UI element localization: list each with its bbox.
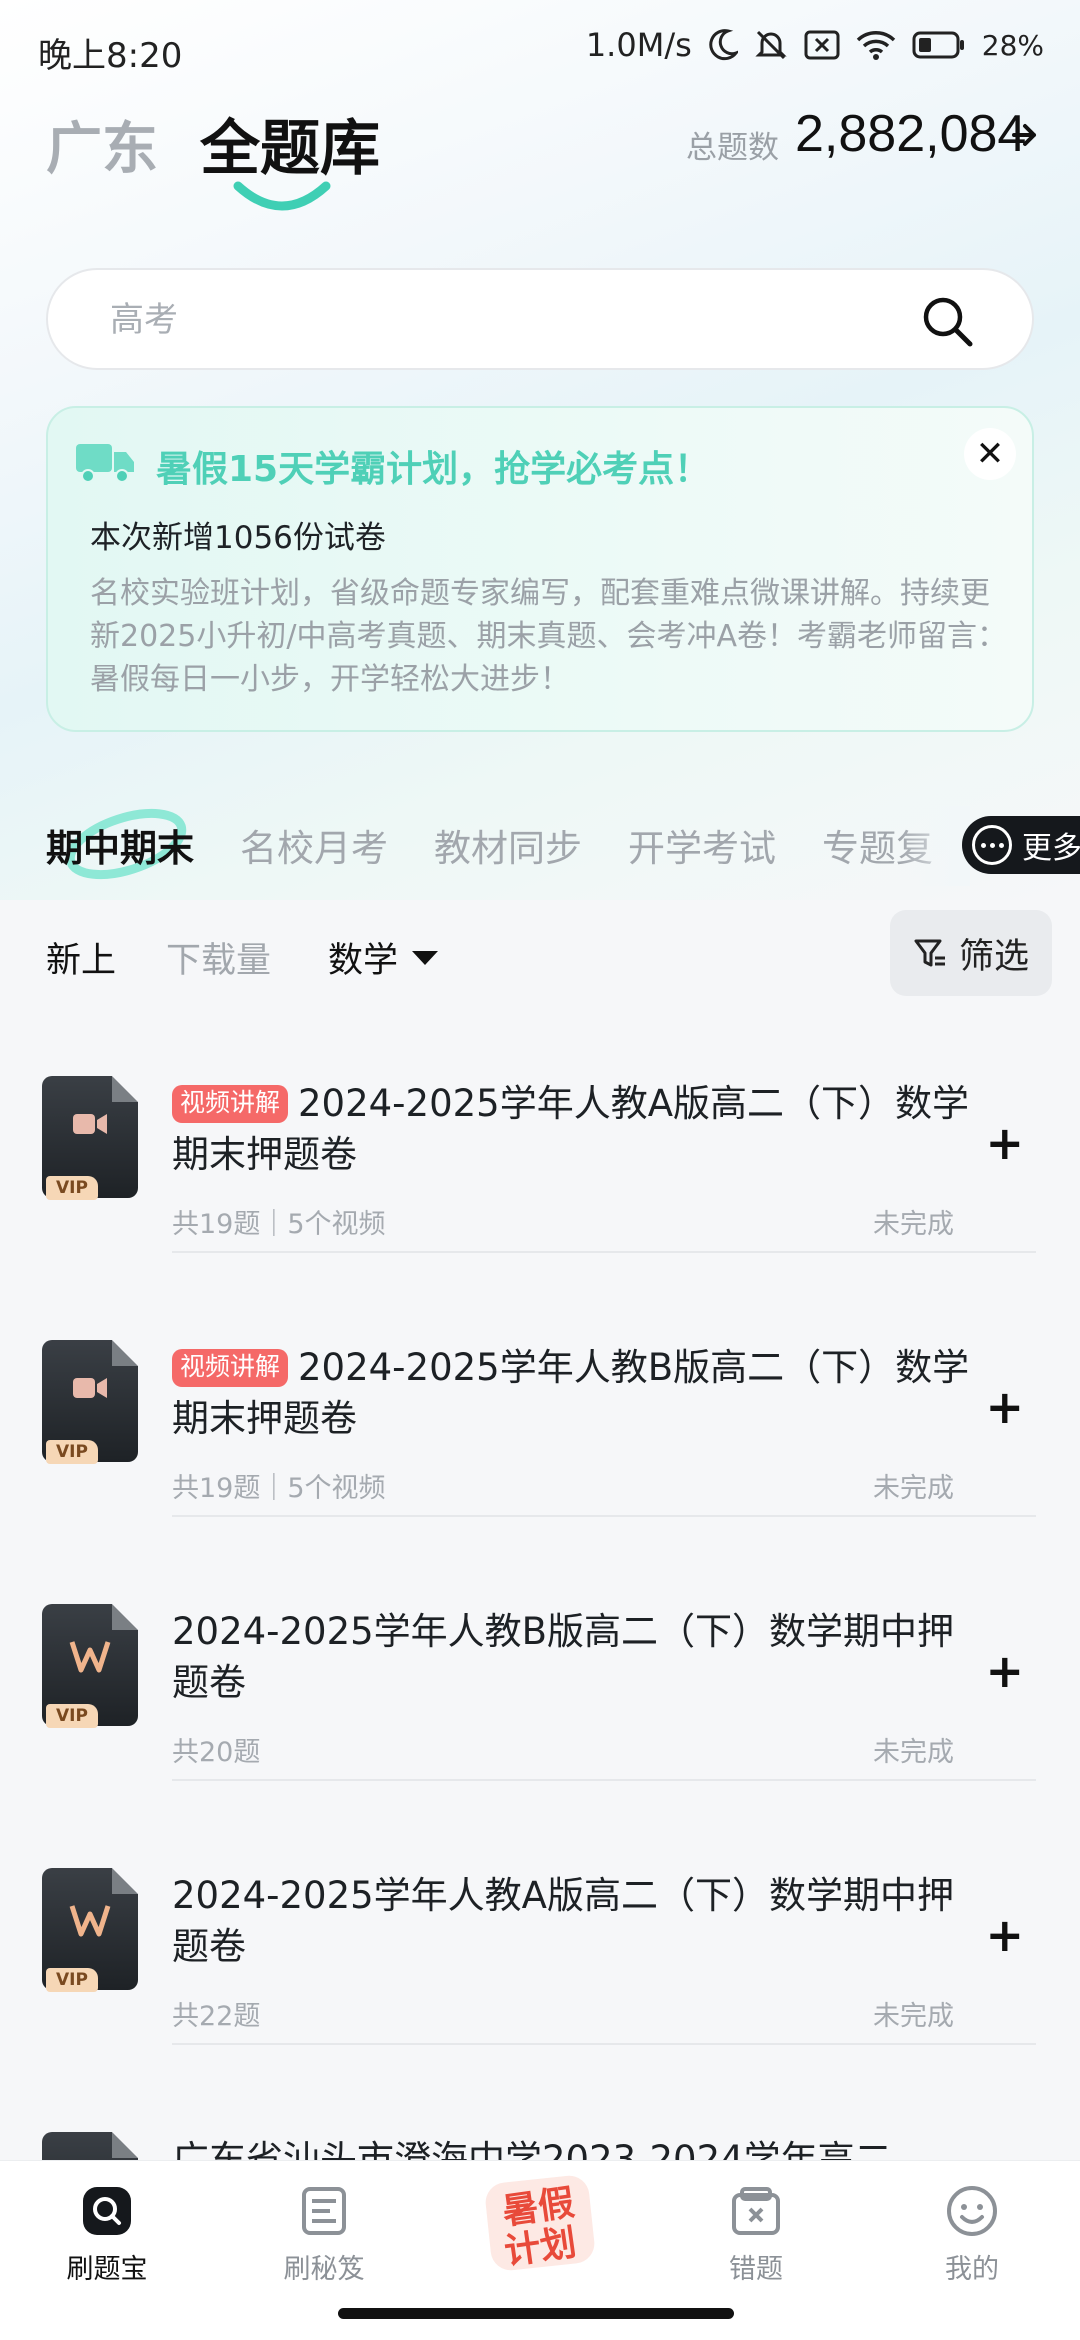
nav-label: 刷秘笈 bbox=[283, 2254, 365, 2285]
vip-badge: VIP bbox=[46, 1176, 98, 1200]
video-icon: VIP bbox=[42, 1076, 138, 1200]
tabs-fade bbox=[900, 806, 970, 886]
word-icon: VIP bbox=[42, 1868, 138, 1992]
subject-dropdown[interactable]: 数学 bbox=[328, 932, 439, 983]
active-tab-indicator bbox=[233, 181, 331, 211]
vip-badge: VIP bbox=[46, 1440, 98, 1464]
list-item[interactable]: VIP 视频讲解 2024-2025学年人教B版高二（下）数学期末押题卷 + 共1… bbox=[0, 1340, 1080, 1604]
total-questions-label: 总题数 bbox=[686, 130, 779, 166]
sort-newest[interactable]: 新上 bbox=[46, 932, 116, 983]
nav-item-wrong-questions[interactable]: 错题 bbox=[666, 2183, 846, 2286]
more-icon bbox=[972, 825, 1012, 865]
search-book-icon bbox=[83, 2187, 131, 2235]
divider bbox=[172, 1779, 1036, 1781]
search-bar[interactable] bbox=[46, 268, 1034, 370]
summer-plan-logo[interactable]: 暑假 计划 bbox=[480, 2169, 600, 2279]
nav-label: 错题 bbox=[729, 2254, 783, 2285]
notebook-icon bbox=[302, 2187, 346, 2235]
truck-icon bbox=[76, 444, 134, 483]
arrow-right-icon[interactable] bbox=[1012, 118, 1038, 159]
sim-off-icon bbox=[804, 30, 840, 60]
smiley-icon bbox=[947, 2186, 997, 2236]
region-tab[interactable]: 广东 bbox=[46, 104, 158, 185]
item-title: 2024-2025学年人教B版高二（下）数学期中押题卷 bbox=[172, 1610, 955, 1704]
search-icon[interactable] bbox=[920, 294, 974, 348]
tab-monthly-exam[interactable]: 名校月考 bbox=[240, 818, 388, 872]
promo-banner[interactable]: 暑假15天学霸计划，抢学必考点！ ✕ 本次新增1056份试卷 名校实验班计划，省… bbox=[46, 406, 1034, 732]
item-status: 未完成 bbox=[873, 1473, 954, 1504]
item-meta: 共19题｜5个视频 bbox=[172, 1209, 386, 1240]
list-item[interactable]: VIP 2024-2025学年人教B版高二（下）数学期中押题卷 + 共20题 未… bbox=[0, 1604, 1080, 1868]
vip-badge: VIP bbox=[46, 1968, 98, 1992]
nav-label: 我的 bbox=[945, 2254, 999, 2285]
item-title: 视频讲解 2024-2025学年人教B版高二（下）数学期末押题卷 bbox=[172, 1346, 970, 1440]
battery-level: 28% bbox=[981, 28, 1044, 62]
banner-title: 暑假15天学霸计划，抢学必考点！ bbox=[156, 449, 711, 490]
tab-midterm-final[interactable]: 期中期末 bbox=[46, 818, 194, 872]
banner-description: 名校实验班计划，省级命题专家编写，配套重难点微课讲解。持续更新2025小升初/中… bbox=[90, 576, 1007, 697]
banner-subtitle: 本次新增1056份试卷 bbox=[90, 520, 386, 556]
more-label: 更多 bbox=[1022, 831, 1080, 866]
nav-label: 刷题宝 bbox=[66, 2254, 148, 2285]
dropdown-arrow-icon bbox=[412, 950, 439, 965]
page-title[interactable]: 全题库 bbox=[200, 100, 380, 187]
list-item[interactable]: VIP 视频讲解 2024-2025学年人教A版高二（下）数学期末押题卷 + 共1… bbox=[0, 1076, 1080, 1340]
add-icon[interactable]: + bbox=[985, 1908, 1024, 1962]
divider bbox=[172, 1515, 1036, 1517]
item-status: 未完成 bbox=[873, 2001, 954, 2032]
mute-bell-icon bbox=[754, 28, 788, 62]
video-icon: VIP bbox=[42, 1340, 138, 1464]
home-indicator[interactable] bbox=[338, 2308, 734, 2319]
item-meta: 共19题｜5个视频 bbox=[172, 1473, 386, 1504]
item-meta: 共20题 bbox=[172, 1737, 261, 1768]
add-icon[interactable]: + bbox=[985, 1116, 1024, 1170]
add-icon[interactable]: + bbox=[985, 1644, 1024, 1698]
item-meta: 共22题 bbox=[172, 2001, 261, 2032]
divider bbox=[172, 1251, 1036, 1253]
nav-item-question-bank[interactable]: 刷题宝 bbox=[17, 2183, 197, 2286]
word-icon: VIP bbox=[42, 1604, 138, 1728]
item-title: 视频讲解 2024-2025学年人教A版高二（下）数学期末押题卷 bbox=[172, 1082, 970, 1176]
sort-downloads[interactable]: 下载量 bbox=[166, 932, 271, 983]
tab-textbook-sync[interactable]: 教材同步 bbox=[434, 818, 582, 872]
close-icon[interactable]: ✕ bbox=[964, 428, 1016, 480]
tab-opening-exam[interactable]: 开学考试 bbox=[628, 818, 776, 872]
nav-item-profile[interactable]: 我的 bbox=[882, 2183, 1062, 2286]
filter-icon bbox=[914, 939, 945, 967]
wrong-questions-icon bbox=[732, 2187, 780, 2235]
item-status: 未完成 bbox=[873, 1209, 954, 1240]
search-input[interactable] bbox=[110, 290, 910, 350]
add-icon[interactable]: + bbox=[985, 1380, 1024, 1434]
more-button[interactable]: 更多 bbox=[962, 816, 1080, 874]
category-tabs: 期中期末 名校月考 教材同步 开学考试 专题复 bbox=[46, 818, 933, 872]
item-status: 未完成 bbox=[873, 1737, 954, 1768]
battery-icon bbox=[912, 31, 966, 59]
subject-label: 数学 bbox=[328, 941, 399, 981]
svg-text:计划: 计划 bbox=[502, 2222, 579, 2273]
status-icons: 1.0M/s 28% bbox=[586, 26, 1044, 64]
moon-icon bbox=[708, 29, 738, 61]
vip-badge: VIP bbox=[46, 1704, 98, 1728]
item-title: 2024-2025学年人教A版高二（下）数学期中押题卷 bbox=[172, 1874, 954, 1968]
status-time: 晚上8:20 bbox=[38, 36, 183, 76]
filter-button[interactable]: 筛选 bbox=[890, 910, 1052, 996]
net-speed: 1.0M/s bbox=[585, 26, 692, 64]
list-item[interactable]: VIP 2024-2025学年人教A版高二（下）数学期中押题卷 + 共22题 未… bbox=[0, 1868, 1080, 2132]
filter-label: 筛选 bbox=[958, 936, 1029, 977]
video-tag: 视频讲解 bbox=[172, 1085, 289, 1123]
nav-item-tips[interactable]: 刷秘笈 bbox=[234, 2183, 414, 2286]
video-tag: 视频讲解 bbox=[172, 1349, 289, 1387]
total-questions-value[interactable]: 2,882,084 bbox=[795, 104, 1026, 164]
wifi-icon bbox=[856, 30, 896, 60]
divider bbox=[172, 2043, 1036, 2045]
